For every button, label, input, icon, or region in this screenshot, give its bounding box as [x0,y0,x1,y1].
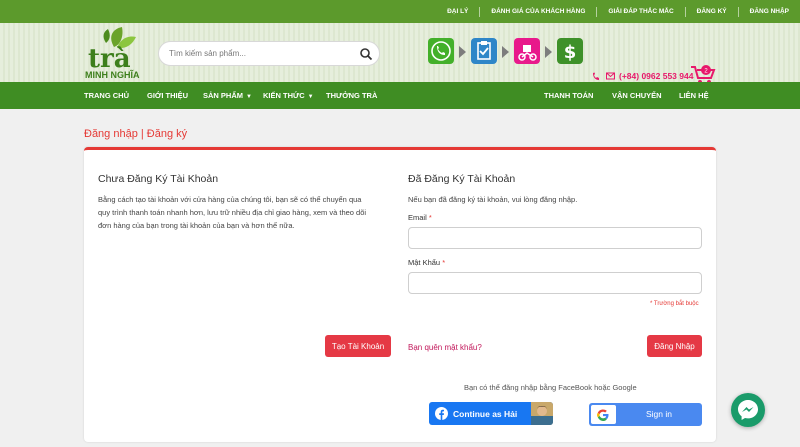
google-icon [597,409,609,421]
top-link-register[interactable]: ĐĂNG KÝ [684,6,738,17]
search-icon[interactable] [359,47,373,61]
brand-logo[interactable]: trà MINH NGHĨA [84,27,140,79]
top-link-reviews[interactable]: ĐÁNH GIÁ CỦA KHÁCH HÀNG [479,6,596,17]
required-mark: * [428,213,432,222]
register-desc-line: Bằng cách tạo tài khoản với cửa hàng của… [98,195,362,204]
password-field[interactable] [409,273,701,294]
password-field-box [408,272,702,294]
nav-home[interactable]: TRANG CHỦ [84,82,129,109]
top-link-faq[interactable]: GIẢI ĐÁP THẮC MẮC [596,6,684,17]
social-login-note: Bạn có thể đăng nhập bằng FaceBook hoặc … [464,383,637,392]
top-link-login[interactable]: ĐĂNG NHẬP [737,6,800,17]
top-links: ĐẠI LÝ ĐÁNH GIÁ CỦA KHÁCH HÀNG GIẢI ĐÁP … [436,0,800,23]
nav-about[interactable]: GIỚI THIỆU [147,82,188,109]
auth-card: Chưa Đăng Ký Tài Khoản Bằng cách tạo tài… [84,147,716,442]
nav-products-label: SẢN PHẨM [203,91,244,100]
search-input[interactable] [169,46,354,61]
phone-icon [593,72,599,80]
nav-payment[interactable]: THANH TOÁN [544,82,593,109]
facebook-login-label: Continue as Hải [453,408,518,419]
messenger-icon [738,400,758,420]
required-note: * Trường bắt buộc [650,301,699,307]
email-field[interactable] [409,228,701,249]
register-desc-line: đơn hàng của bạn trong tài khoản của bạn… [98,221,295,230]
page-title: Đăng nhập | Đăng ký [84,128,188,140]
nav-tea[interactable]: THƯỞNG TRÀ [326,82,377,109]
email-label-text: Email [408,213,427,222]
create-account-button[interactable]: Tạo Tài Khoản [325,335,391,357]
login-description: Nếu bạn đã đăng ký tài khoản, vui lòng đ… [408,195,578,204]
chevron-down-icon: ▼ [307,94,314,100]
google-signin-label: Sign in [646,409,672,419]
register-description: Bằng cách tạo tài khoản với cửa hàng của… [98,193,366,232]
top-bar: ĐẠI LÝ ĐÁNH GIÁ CỦA KHÁCH HÀNG GIẢI ĐÁP … [0,0,800,23]
password-label: Mật Khẩu * [408,258,445,267]
step-arrow-icon [502,46,509,58]
main-nav: TRANG CHỦ GIỚI THIỆU SẢN PHẨM ▼ KIẾN THỨC… [0,82,800,109]
password-label-text: Mật Khẩu [408,258,441,267]
email-icon [606,72,615,80]
svg-text:MINH NGHĨA: MINH NGHĨA [85,70,140,79]
email-label: Email * [408,213,432,222]
payment-dollar-icon: $ [557,38,583,64]
nav-contact[interactable]: LIÊN HỆ [679,82,709,109]
messenger-chat-button[interactable] [731,393,765,427]
register-desc-line: quy trình thanh toán nhanh hơn, lưu trữ … [98,208,367,217]
nav-products[interactable]: SẢN PHẨM ▼ [203,82,252,111]
nav-shipping[interactable]: VẬN CHUYỂN [612,82,662,109]
site-header: trà MINH NGHĨA $ (+84) [0,23,800,84]
nav-knowledge-label: KIẾN THỨC [263,91,305,100]
delivery-icon [514,38,540,64]
phone-number: (+84) 0962 553 944 [619,71,694,81]
chevron-down-icon: ▼ [246,94,252,100]
order-form-icon [471,38,497,64]
facebook-login-button[interactable]: Continue as Hải [429,402,553,425]
required-mark: * [442,258,446,267]
forgot-password-link[interactable]: Bạn quên mật khẩu? [408,343,482,352]
svg-text:$: $ [564,42,577,63]
hotline[interactable]: (+84) 0962 553 944 [592,69,693,83]
google-signin-button[interactable]: Sign in [589,403,702,426]
google-icon-box [591,405,616,424]
phone-call-icon [428,38,454,64]
search-box [158,41,380,66]
facebook-icon [435,407,448,420]
login-button[interactable]: Đăng Nhập [647,335,702,357]
step-arrow-icon [545,46,552,58]
email-field-box [408,227,702,249]
nav-knowledge[interactable]: KIẾN THỨC ▼ [263,82,314,111]
register-title: Chưa Đăng Ký Tài Khoản [98,173,219,185]
user-avatar [531,402,553,425]
top-link-dealer[interactable]: ĐẠI LÝ [436,7,479,17]
login-title: Đã Đăng Ký Tài Khoản [408,173,516,185]
step-arrow-icon [459,46,466,58]
